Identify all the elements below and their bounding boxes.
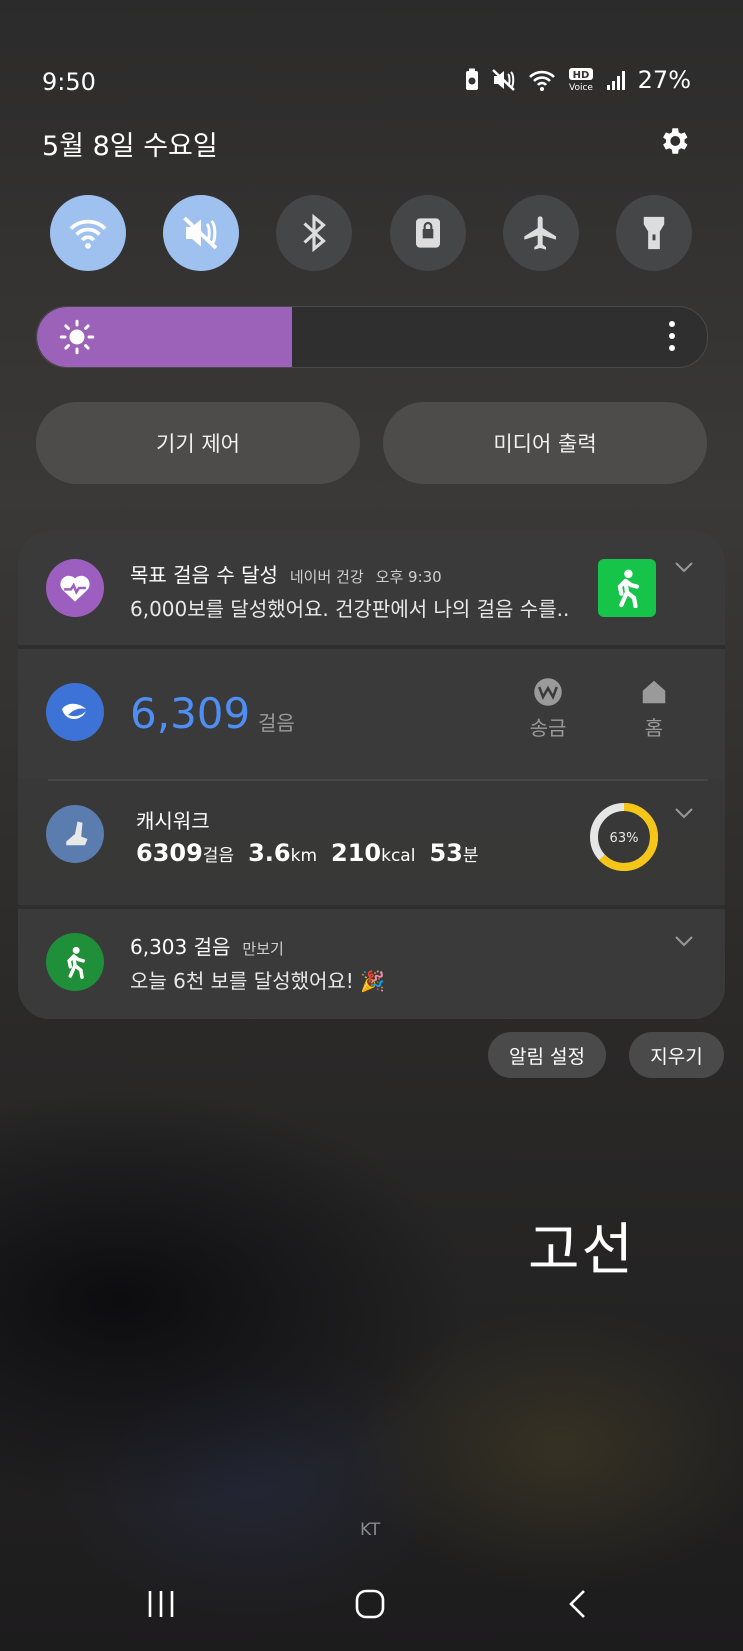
walking-icon: [46, 933, 104, 991]
battery-percent: 27%: [637, 66, 691, 94]
flashlight-icon: [643, 216, 665, 250]
brightness-slider[interactable]: [36, 306, 708, 368]
svg-text:HD: HD: [572, 70, 589, 81]
pedometer-body: 오늘 6천 보를 달성했어요! 🎉: [130, 969, 386, 993]
home-label: 홈: [644, 716, 664, 740]
won-icon: [534, 678, 562, 706]
notification-app-name: 네이버 건강: [289, 568, 364, 586]
back-icon[interactable]: [566, 1588, 590, 1620]
send-money-label: 송금: [529, 716, 567, 740]
chevron-down-icon[interactable]: [674, 807, 694, 819]
wifi-icon: [69, 219, 107, 249]
cashwalk-stats: 6309걸음 3.6km 210kcal 53분: [136, 839, 479, 867]
settings-gear-icon[interactable]: [657, 124, 691, 158]
status-time: 9:50: [42, 68, 96, 96]
notification-naver-health[interactable]: 목표 걸음 수 달성 네이버 건강 오후 9:30 6,000보를 달성했어요. 건…: [18, 531, 725, 645]
qs-wifi-toggle[interactable]: [50, 195, 126, 271]
walking-thumbnail-icon: [598, 559, 656, 617]
home-button[interactable]: 홈: [624, 677, 684, 741]
notification-settings-button[interactable]: 알림 설정: [488, 1032, 606, 1078]
quick-settings-row: [50, 195, 692, 271]
shoe-icon: [46, 805, 104, 863]
more-options-icon[interactable]: [669, 321, 675, 357]
mute-icon: [183, 216, 218, 250]
recent-apps-icon[interactable]: [146, 1588, 176, 1620]
chevron-down-icon[interactable]: [674, 935, 694, 947]
qs-airplane-toggle[interactable]: [502, 195, 579, 271]
hd-voice-icon: HD Voice: [568, 68, 593, 92]
cashwalk-title: 캐시워크: [136, 809, 210, 833]
media-output-button[interactable]: 미디어 출력: [383, 402, 707, 484]
airplane-icon: [524, 216, 556, 250]
signal-icon: [606, 71, 625, 90]
toss-logo-icon: [46, 683, 104, 741]
carrier-label: KT: [360, 1520, 381, 1540]
lock-icon: [415, 218, 440, 248]
date-label: 5월 8일 수요일: [42, 131, 218, 162]
notification-body: 6,000보를 달성했어요. 건강판에서 나의 걸음 수를..: [130, 597, 570, 621]
progress-ring: 63%: [590, 803, 658, 871]
notification-time: 오후 9:30: [375, 568, 442, 586]
notification-pedometer[interactable]: 6,303 걸음 만보기 오늘 6천 보를 달성했어요! 🎉: [18, 909, 725, 1019]
qs-bluetooth-toggle[interactable]: [276, 195, 353, 271]
progress-label: 63%: [610, 831, 639, 846]
mute-icon: [491, 69, 515, 91]
send-money-button[interactable]: 송금: [518, 677, 578, 741]
status-icons: HD Voice 27%: [464, 66, 691, 94]
home-nav-icon[interactable]: [354, 1588, 386, 1620]
step-unit: 걸음: [258, 711, 295, 735]
notification-title: 목표 걸음 수 달성: [130, 563, 278, 587]
step-count: 6,309: [130, 689, 251, 738]
notification-panel: 목표 걸음 수 달성 네이버 건강 오후 9:30 6,000보를 달성했어요. 건…: [18, 531, 725, 1019]
chevron-down-icon[interactable]: [674, 561, 694, 573]
battery-saver-icon: [465, 68, 478, 90]
qs-mute-toggle[interactable]: [163, 195, 240, 271]
clear-button[interactable]: 지우기: [629, 1032, 724, 1078]
pedometer-app-name: 만보기: [242, 940, 284, 958]
qs-rotation-lock-toggle[interactable]: [389, 195, 466, 271]
wallpaper-text: 고선: [528, 1218, 636, 1283]
notification-toss-steps[interactable]: 6,309 걸음 송금 홈: [18, 649, 725, 779]
svg-text:Voice: Voice: [569, 83, 593, 92]
sun-icon: [59, 319, 95, 355]
wifi-icon: [528, 70, 555, 91]
notification-cashwalk[interactable]: 캐시워크 6309걸음 3.6km 210kcal 53분 63%: [18, 781, 725, 893]
device-control-button[interactable]: 기기 제어: [36, 402, 360, 484]
home-icon: [642, 680, 666, 704]
bluetooth-icon: [303, 214, 327, 252]
qs-flashlight-toggle[interactable]: [615, 195, 692, 271]
pedometer-title: 6,303 걸음: [130, 935, 231, 959]
heart-pulse-icon: [46, 559, 104, 617]
